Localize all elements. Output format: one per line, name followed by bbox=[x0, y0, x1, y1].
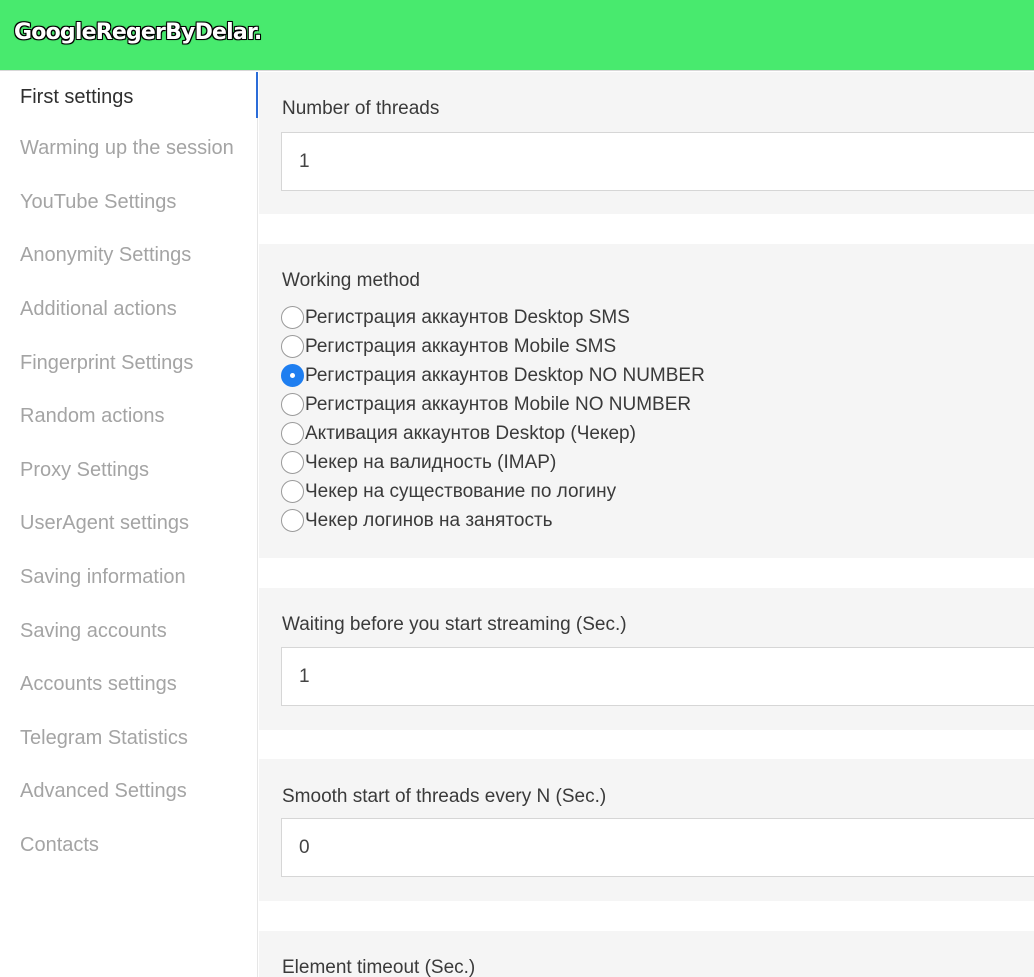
wait-before-start-label: Waiting before you start streaming (Sec.… bbox=[282, 614, 627, 635]
sidebar-item-anonymity-settings[interactable]: Anonymity Settings bbox=[0, 229, 257, 283]
working-method-option[interactable]: Регистрация аккаунтов Desktop SMS bbox=[281, 303, 705, 332]
working-method-option[interactable]: Активация аккаунтов Desktop (Чекер) bbox=[281, 419, 705, 448]
app-header: GoogleRegerByDelar. bbox=[0, 0, 1034, 71]
radio-button[interactable] bbox=[281, 509, 304, 532]
radio-button-selected[interactable] bbox=[281, 364, 304, 387]
working-method-option[interactable]: Чекер на существование по логину bbox=[281, 477, 705, 506]
working-method-section: Working method Регистрация аккаунтов Des… bbox=[259, 244, 1034, 558]
radio-button[interactable] bbox=[281, 393, 304, 416]
working-method-option[interactable]: Регистрация аккаунтов Mobile SMS bbox=[281, 332, 705, 361]
sidebar-item-saving-information[interactable]: Saving information bbox=[0, 551, 257, 605]
working-method-option[interactable]: Регистрация аккаунтов Mobile NO NUMBER bbox=[281, 390, 705, 419]
element-timeout-section: Element timeout (Sec.) bbox=[259, 931, 1034, 977]
sidebar-item-proxy-settings[interactable]: Proxy Settings bbox=[0, 444, 257, 498]
option-label: Регистрация аккаунтов Desktop NO NUMBER bbox=[305, 364, 705, 386]
app-title: GoogleRegerByDelar. bbox=[14, 20, 262, 45]
smooth-start-section: Smooth start of threads every N (Sec.) bbox=[259, 759, 1034, 901]
settings-panel: Number of threads Working method Регистр… bbox=[259, 72, 1034, 977]
radio-button[interactable] bbox=[281, 451, 304, 474]
sidebar-item-warming-up-session[interactable]: Warming up the session bbox=[0, 122, 257, 176]
radio-button[interactable] bbox=[281, 306, 304, 329]
threads-input[interactable] bbox=[281, 132, 1034, 191]
working-method-label: Working method bbox=[282, 270, 420, 291]
radio-button[interactable] bbox=[281, 480, 304, 503]
radio-button[interactable] bbox=[281, 335, 304, 358]
sidebar-item-youtube-settings[interactable]: YouTube Settings bbox=[0, 176, 257, 230]
sidebar-item-first-settings[interactable]: First settings bbox=[0, 72, 258, 122]
sidebar-item-fingerprint-settings[interactable]: Fingerprint Settings bbox=[0, 336, 257, 390]
wait-before-start-section: Waiting before you start streaming (Sec.… bbox=[259, 588, 1034, 730]
option-label: Чекер на существование по логину bbox=[305, 480, 617, 502]
sidebar-item-useragent-settings[interactable]: UserAgent settings bbox=[0, 497, 257, 551]
sidebar-item-accounts-settings[interactable]: Accounts settings bbox=[0, 658, 257, 712]
option-label: Регистрация аккаунтов Mobile SMS bbox=[305, 335, 617, 357]
working-method-radio-group: Регистрация аккаунтов Desktop SMS Регист… bbox=[281, 303, 705, 535]
working-method-option[interactable]: Чекер логинов на занятость bbox=[281, 506, 705, 535]
element-timeout-label: Element timeout (Sec.) bbox=[282, 957, 476, 977]
sidebar-item-contacts[interactable]: Contacts bbox=[0, 819, 257, 873]
smooth-start-input[interactable] bbox=[281, 818, 1034, 877]
wait-before-start-input[interactable] bbox=[281, 647, 1034, 706]
sidebar-item-additional-actions[interactable]: Additional actions bbox=[0, 283, 257, 337]
option-label: Регистрация аккаунтов Desktop SMS bbox=[305, 306, 630, 328]
option-label: Чекер на валидность (IMAP) bbox=[305, 451, 557, 473]
sidebar-nav: First settings Warming up the session Yo… bbox=[0, 72, 258, 977]
sidebar-item-telegram-statistics[interactable]: Telegram Statistics bbox=[0, 712, 257, 766]
threads-label: Number of threads bbox=[282, 98, 440, 119]
sidebar-item-advanced-settings[interactable]: Advanced Settings bbox=[0, 765, 257, 819]
option-label: Регистрация аккаунтов Mobile NO NUMBER bbox=[305, 393, 692, 415]
working-method-option[interactable]: Регистрация аккаунтов Desktop NO NUMBER bbox=[281, 361, 705, 390]
sidebar-item-random-actions[interactable]: Random actions bbox=[0, 390, 257, 444]
option-label: Чекер логинов на занятость bbox=[305, 509, 553, 531]
working-method-option[interactable]: Чекер на валидность (IMAP) bbox=[281, 448, 705, 477]
option-label: Активация аккаунтов Desktop (Чекер) bbox=[305, 422, 636, 444]
sidebar-item-saving-accounts[interactable]: Saving accounts bbox=[0, 604, 257, 658]
smooth-start-label: Smooth start of threads every N (Sec.) bbox=[282, 786, 607, 807]
radio-button[interactable] bbox=[281, 422, 304, 445]
threads-section: Number of threads bbox=[259, 72, 1034, 214]
